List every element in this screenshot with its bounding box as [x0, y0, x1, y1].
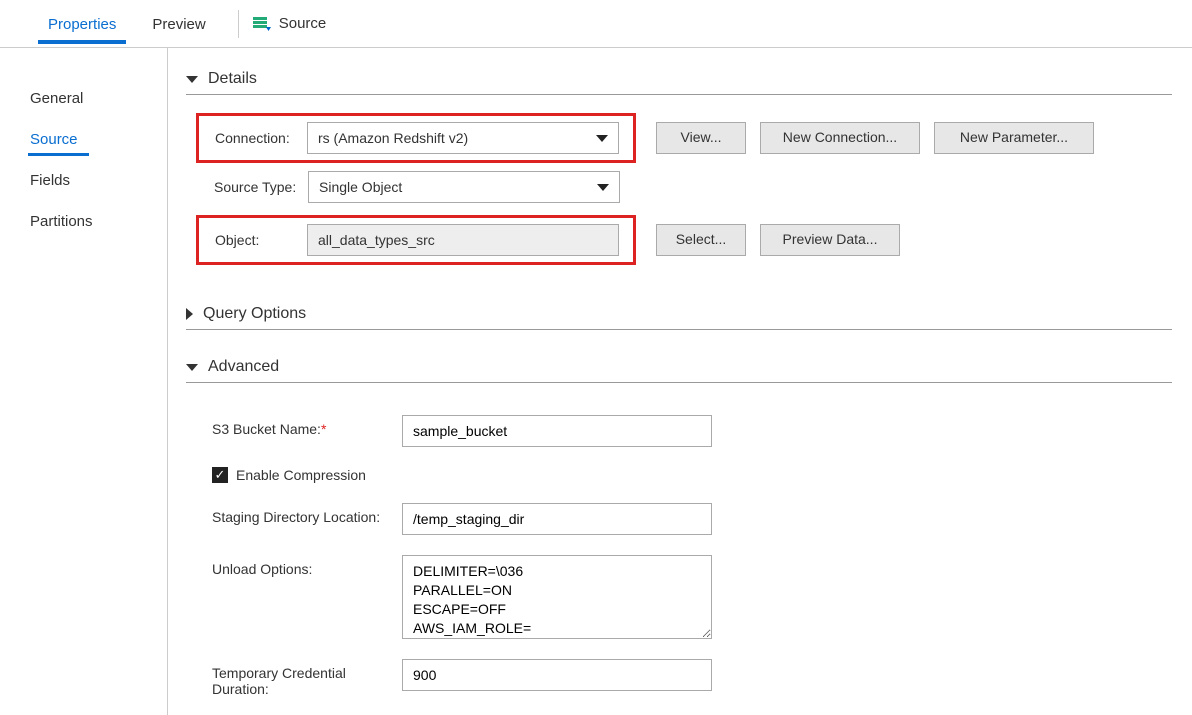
tab-divider: [238, 10, 239, 38]
sidebar-item-general[interactable]: General: [0, 78, 167, 119]
object-label: Object:: [207, 232, 307, 248]
select-button[interactable]: Select...: [656, 224, 746, 256]
s3-bucket-input[interactable]: [402, 415, 712, 447]
staging-dir-label: Staging Directory Location:: [212, 503, 402, 525]
section-header-details[interactable]: Details: [186, 70, 1172, 95]
s3-bucket-label: S3 Bucket Name:*: [212, 415, 402, 437]
chevron-down-icon: [186, 364, 198, 371]
section-title-query-options: Query Options: [203, 305, 306, 323]
connection-dropdown[interactable]: rs (Amazon Redshift v2): [307, 122, 619, 154]
details-body: Connection: rs (Amazon Redshift v2) View…: [196, 113, 1172, 275]
temp-cred-label: Temporary Credential Duration:: [212, 659, 402, 697]
view-button[interactable]: View...: [656, 122, 746, 154]
source-table-icon: [253, 15, 271, 33]
source-indicator-label: Source: [279, 15, 327, 32]
connection-label: Connection:: [207, 130, 307, 146]
connection-highlight: Connection: rs (Amazon Redshift v2): [196, 113, 636, 163]
temp-cred-input[interactable]: [402, 659, 712, 691]
source-type-dropdown[interactable]: Single Object: [308, 171, 620, 203]
source-type-label: Source Type:: [196, 179, 308, 195]
tab-preview[interactable]: Preview: [134, 4, 223, 43]
sidebar-item-source[interactable]: Source: [0, 119, 167, 160]
content-area: Details Connection: rs (Amazon Redshift …: [168, 48, 1192, 715]
new-connection-button[interactable]: New Connection...: [760, 122, 920, 154]
chevron-down-icon: [596, 135, 608, 142]
section-header-advanced[interactable]: Advanced: [186, 358, 1172, 383]
sidebar-item-partitions[interactable]: Partitions: [0, 201, 167, 242]
chevron-right-icon: [186, 308, 193, 320]
sidebar: General Source Fields Partitions: [0, 48, 168, 715]
top-tab-bar: Properties Preview Source: [0, 0, 1192, 48]
section-title-details: Details: [208, 70, 257, 88]
source-type-value: Single Object: [319, 179, 402, 195]
enable-compression-checkbox[interactable]: ✓: [212, 467, 228, 483]
sidebar-item-fields[interactable]: Fields: [0, 160, 167, 201]
unload-options-label: Unload Options:: [212, 555, 402, 577]
unload-options-textarea[interactable]: [402, 555, 712, 639]
staging-dir-input[interactable]: [402, 503, 712, 535]
preview-data-button[interactable]: Preview Data...: [760, 224, 900, 256]
object-field: all_data_types_src: [307, 224, 619, 256]
tab-properties[interactable]: Properties: [30, 4, 134, 43]
section-header-query-options[interactable]: Query Options: [186, 305, 1172, 330]
new-parameter-button[interactable]: New Parameter...: [934, 122, 1094, 154]
advanced-body: S3 Bucket Name:* ✓ Enable Compression St…: [212, 401, 1172, 697]
enable-compression-label: Enable Compression: [236, 467, 366, 483]
object-highlight: Object: all_data_types_src: [196, 215, 636, 265]
section-title-advanced: Advanced: [208, 358, 279, 376]
source-indicator: Source: [253, 15, 327, 33]
chevron-down-icon: [597, 184, 609, 191]
chevron-down-icon: [186, 76, 198, 83]
object-value: all_data_types_src: [318, 232, 435, 248]
connection-value: rs (Amazon Redshift v2): [318, 130, 468, 146]
